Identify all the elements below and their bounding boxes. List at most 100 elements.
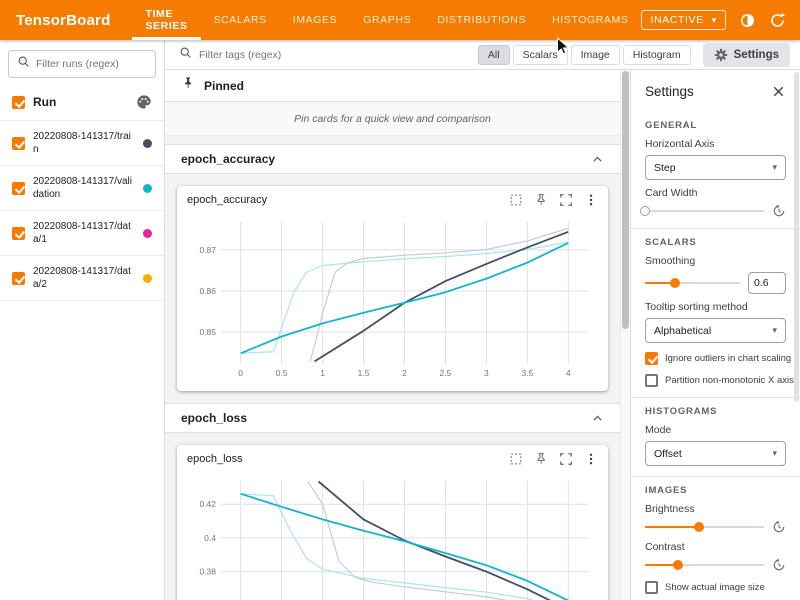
divider — [631, 476, 800, 477]
tags-filter-input[interactable] — [199, 49, 478, 61]
run-color-dot[interactable] — [143, 274, 152, 283]
svg-text:4: 4 — [566, 368, 571, 378]
section-header-epoch-accuracy[interactable]: epoch_accuracy — [165, 144, 620, 174]
pinned-empty-message: Pin cards for a quick view and compariso… — [165, 102, 620, 136]
dark-mode-toggle-icon[interactable] — [739, 12, 756, 29]
brightness-slider[interactable] — [645, 520, 764, 534]
tooltip-sorting-select[interactable]: Alphabetical ▾ — [645, 318, 786, 343]
pin-icon[interactable] — [534, 452, 548, 466]
run-checkbox[interactable] — [12, 227, 25, 240]
epoch-loss-chart[interactable]: 00.511.522.533.540.360.380.40.42 — [177, 473, 608, 600]
run-color-dot[interactable] — [143, 184, 152, 193]
scalar-card-epoch-loss: epoch_loss 00.511.522.533.540.360.380.40… — [177, 445, 608, 600]
reload-status-label: INACTIVE — [650, 14, 703, 26]
ignore-outliers-row: Ignore outliers in chart scaling — [645, 352, 786, 365]
runs-filter — [8, 50, 156, 78]
select-all-runs-checkbox[interactable] — [12, 96, 25, 109]
main-scrollbar[interactable] — [620, 70, 630, 600]
reset-icon[interactable] — [772, 204, 786, 218]
reset-icon[interactable] — [772, 558, 786, 572]
pinned-title: Pinned — [204, 79, 244, 93]
fullscreen-icon[interactable] — [559, 193, 573, 207]
svg-text:0.42: 0.42 — [199, 499, 216, 509]
smoothing-slider[interactable] — [645, 276, 740, 290]
fullscreen-icon[interactable] — [559, 452, 573, 466]
smoothing-input[interactable] — [748, 272, 786, 294]
histogram-mode-select[interactable]: Offset ▾ — [645, 441, 786, 466]
tab-scalars[interactable]: SCALARS — [201, 0, 280, 40]
tags-filter — [179, 46, 478, 64]
histogram-mode-value: Offset — [654, 448, 682, 460]
contrast-slider[interactable] — [645, 558, 764, 572]
settings-scrollbar[interactable] — [793, 70, 800, 600]
card-header: epoch_accuracy — [177, 186, 608, 214]
spacer — [165, 136, 620, 144]
fit-to-data-icon[interactable] — [509, 452, 523, 466]
scalar-card-epoch-accuracy: epoch_accuracy 00.511.522.533.540.850.86… — [177, 186, 608, 391]
partition-x-checkbox[interactable] — [645, 374, 658, 387]
tab-time-series[interactable]: TIME SERIES — [132, 0, 200, 40]
tags-toolbar: All Scalars Image Histogram Settings — [165, 40, 800, 70]
refresh-icon[interactable] — [769, 12, 786, 29]
slider-thumb[interactable] — [640, 206, 650, 216]
palette-icon[interactable] — [136, 94, 152, 110]
card-width-row — [645, 204, 786, 218]
chevron-up-icon[interactable] — [591, 412, 604, 425]
more-options-icon[interactable] — [584, 452, 598, 466]
settings-button[interactable]: Settings — [703, 43, 790, 67]
runs-sidebar: Run 20220808-141317/train 20220808-14131… — [0, 40, 165, 600]
runs-filter-input[interactable] — [36, 58, 147, 70]
slider-thumb[interactable] — [673, 560, 683, 570]
slider-thumb[interactable] — [694, 522, 704, 532]
card-width-slider[interactable] — [645, 204, 764, 218]
svg-text:0.5: 0.5 — [276, 368, 288, 378]
histogram-mode-label: Mode — [645, 424, 786, 436]
svg-text:0.86: 0.86 — [199, 286, 216, 296]
run-row-data-1[interactable]: 20220808-141317/data/1 — [0, 211, 164, 256]
horizontal-axis-select[interactable]: Step ▾ — [645, 155, 786, 180]
svg-text:0.87: 0.87 — [199, 245, 216, 255]
ignore-outliers-checkbox[interactable] — [645, 352, 658, 365]
run-color-dot[interactable] — [143, 229, 152, 238]
app-logo[interactable]: TensorBoard — [16, 12, 110, 29]
reload-status-select[interactable]: INACTIVE ▾ — [641, 10, 725, 30]
run-color-dot[interactable] — [143, 139, 152, 148]
divider — [631, 397, 800, 398]
run-row-validation[interactable]: 20220808-141317/validation — [0, 166, 164, 211]
search-icon — [17, 55, 30, 73]
contrast-label: Contrast — [645, 541, 786, 553]
filter-chip-histogram[interactable]: Histogram — [623, 45, 691, 65]
close-icon[interactable] — [771, 84, 786, 99]
tab-images[interactable]: IMAGES — [280, 0, 350, 40]
partition-x-row: Partition non-monotonic X axis — [645, 374, 786, 387]
run-checkbox[interactable] — [12, 182, 25, 195]
group-label-histograms: HISTOGRAMS — [645, 406, 786, 417]
horizontal-axis-label: Horizontal Axis — [645, 138, 786, 150]
show-actual-size-checkbox[interactable] — [645, 581, 658, 594]
run-row-train[interactable]: 20220808-141317/train — [0, 121, 164, 166]
tab-histograms[interactable]: HISTOGRAMS — [539, 0, 641, 40]
card-wrap: epoch_loss 00.511.522.533.540.360.380.40… — [165, 433, 620, 600]
epoch-accuracy-chart[interactable]: 00.511.522.533.540.850.860.87 — [177, 214, 608, 391]
run-checkbox[interactable] — [12, 137, 25, 150]
more-options-icon[interactable] — [584, 193, 598, 207]
run-row-data-2[interactable]: 20220808-141317/data/2 — [0, 256, 164, 301]
section-header-epoch-loss[interactable]: epoch_loss — [165, 403, 620, 433]
pin-icon[interactable] — [534, 193, 548, 207]
fit-to-data-icon[interactable] — [509, 193, 523, 207]
card-toolbar — [509, 193, 598, 207]
group-label-images: IMAGES — [645, 485, 786, 496]
filter-chip-scalars[interactable]: Scalars — [513, 45, 568, 65]
reset-icon[interactable] — [772, 520, 786, 534]
slider-thumb[interactable] — [670, 278, 680, 288]
smoothing-label: Smoothing — [645, 255, 786, 267]
tab-graphs[interactable]: GRAPHS — [350, 0, 424, 40]
scrollbar-thumb[interactable] — [622, 71, 629, 329]
svg-text:1: 1 — [320, 368, 325, 378]
filter-chip-image[interactable]: Image — [571, 45, 620, 65]
chevron-up-icon[interactable] — [591, 153, 604, 166]
run-checkbox[interactable] — [12, 272, 25, 285]
tab-distributions[interactable]: DISTRIBUTIONS — [424, 0, 539, 40]
filter-chip-all[interactable]: All — [478, 45, 510, 65]
right-column: All Scalars Image Histogram Settings — [165, 40, 800, 600]
